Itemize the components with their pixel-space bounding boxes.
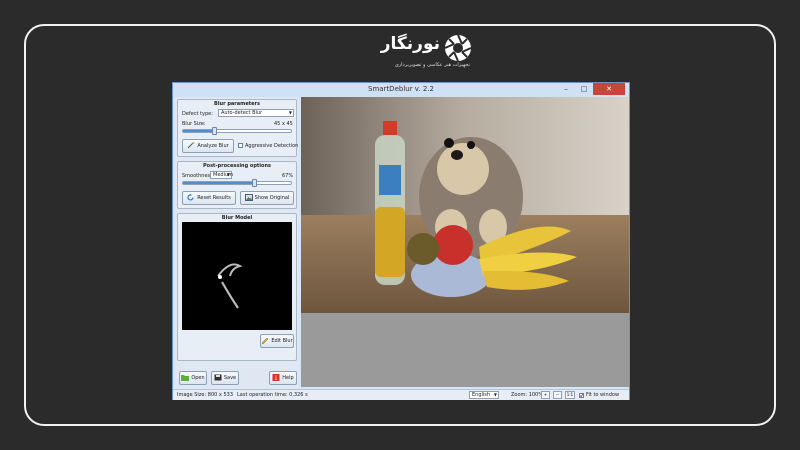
fit-to-window-label: Fit to window xyxy=(586,392,620,398)
image-view[interactable] xyxy=(301,97,629,387)
zoom-out-icon: − xyxy=(555,392,560,397)
brand-name: نورنگار xyxy=(380,34,440,54)
open-label: Open xyxy=(191,375,205,381)
maximize-button[interactable]: □ xyxy=(575,83,593,95)
smoothness-fill xyxy=(183,182,256,184)
image-icon xyxy=(244,194,253,201)
analyze-wand-icon xyxy=(187,142,195,149)
show-original-button[interactable]: Show Original xyxy=(240,191,294,205)
app-window: SmartDeblur v. 2.2 – □ ✕ Blur parameters… xyxy=(172,82,630,400)
aperture-logo-icon xyxy=(444,34,472,62)
last-operation-text: Last operation time: 0,326 s xyxy=(237,392,308,398)
reset-results-button[interactable]: Reset Results xyxy=(182,191,236,205)
close-button[interactable]: ✕ xyxy=(593,83,625,95)
language-value: English xyxy=(472,392,491,398)
blur-parameters-heading: Blur parameters xyxy=(214,101,260,107)
save-button[interactable]: Save xyxy=(211,371,239,385)
analyze-blur-label: Analyze Blur xyxy=(197,143,229,149)
smoothness-value: Medium xyxy=(213,172,233,178)
zoom-in-button[interactable]: + xyxy=(541,391,550,399)
smoothness-slider[interactable] xyxy=(182,179,292,187)
analyze-blur-button[interactable]: Analyze Blur xyxy=(182,139,234,153)
blur-size-label: Blur Size: xyxy=(182,121,206,127)
open-button[interactable]: Open xyxy=(179,371,207,385)
blur-model-group: Blur Model Edit Blur xyxy=(177,213,297,361)
zoom-out-button[interactable]: − xyxy=(553,391,562,399)
defect-type-select[interactable]: Auto-detect Blur ▼ xyxy=(218,109,294,117)
actual-size-label: 1:1 xyxy=(566,392,574,397)
fit-to-window-checkbox[interactable] xyxy=(579,393,584,398)
blur-size-slider[interactable] xyxy=(182,127,292,135)
blur-size-fill xyxy=(183,130,216,132)
zoom-text: Zoom: 100% xyxy=(511,392,543,398)
bottom-toolbar: Open Save i Help xyxy=(177,369,301,387)
edit-blur-button[interactable]: Edit Blur xyxy=(260,334,294,348)
left-panel: Blur parameters Defect type: Auto-detect… xyxy=(175,97,299,389)
edit-blur-label: Edit Blur xyxy=(271,338,293,344)
language-select[interactable]: English ▼ xyxy=(469,391,499,399)
brand: نورنگار تجهیزات هنر عکاسی و تصویربرداری xyxy=(372,34,472,74)
info-icon: i xyxy=(272,374,280,381)
help-button[interactable]: i Help xyxy=(269,371,297,385)
reset-arrow-icon xyxy=(187,194,194,201)
blur-size-value: 45 x 45 xyxy=(274,121,293,127)
blur-size-thumb[interactable] xyxy=(212,127,218,135)
smoothness-percent: 67% xyxy=(282,173,294,179)
title-bar: SmartDeblur v. 2.2 – □ ✕ xyxy=(173,83,629,97)
actual-size-button[interactable]: 1:1 xyxy=(565,391,575,399)
chevron-down-icon: ▼ xyxy=(226,172,230,177)
blur-kernel-preview xyxy=(182,222,292,330)
zoom-in-icon: + xyxy=(543,392,548,397)
brand-tagline: تجهیزات هنر عکاسی و تصویربرداری xyxy=(394,62,470,68)
checkmark-icon xyxy=(580,394,583,397)
svg-text:i: i xyxy=(275,375,277,381)
aggressive-detection-label: Aggressive Detection xyxy=(245,143,299,149)
save-label: Save xyxy=(223,375,237,381)
minimize-button[interactable]: – xyxy=(557,83,575,95)
smoothness-thumb[interactable] xyxy=(252,179,258,187)
blur-parameters-group: Blur parameters Defect type: Auto-detect… xyxy=(177,99,299,157)
folder-open-icon xyxy=(181,375,190,381)
show-original-label: Show Original xyxy=(254,195,290,201)
blur-model-heading: Blur Model xyxy=(221,215,253,221)
smoothness-select[interactable]: Medium ▼ xyxy=(210,171,233,179)
defect-type-value: Auto-detect Blur xyxy=(221,110,263,116)
status-bar: Image Size: 800 x 533 Last operation tim… xyxy=(173,389,629,400)
reset-results-label: Reset Results xyxy=(197,195,231,201)
image-size-text: Image Size: 800 x 533 xyxy=(177,392,234,398)
edit-pencil-icon xyxy=(261,337,269,344)
post-processing-group: Post-processing options Smoothness: Medi… xyxy=(177,161,297,209)
post-processing-heading: Post-processing options xyxy=(202,163,271,169)
defect-type-label: Defect type: xyxy=(182,111,213,117)
floppy-disk-icon xyxy=(214,374,222,381)
aggressive-detection-checkbox[interactable] xyxy=(238,143,243,148)
help-label: Help xyxy=(282,375,294,381)
photo-preview xyxy=(301,97,629,313)
chevron-down-icon: ▼ xyxy=(493,392,497,397)
chevron-down-icon: ▼ xyxy=(288,110,292,115)
